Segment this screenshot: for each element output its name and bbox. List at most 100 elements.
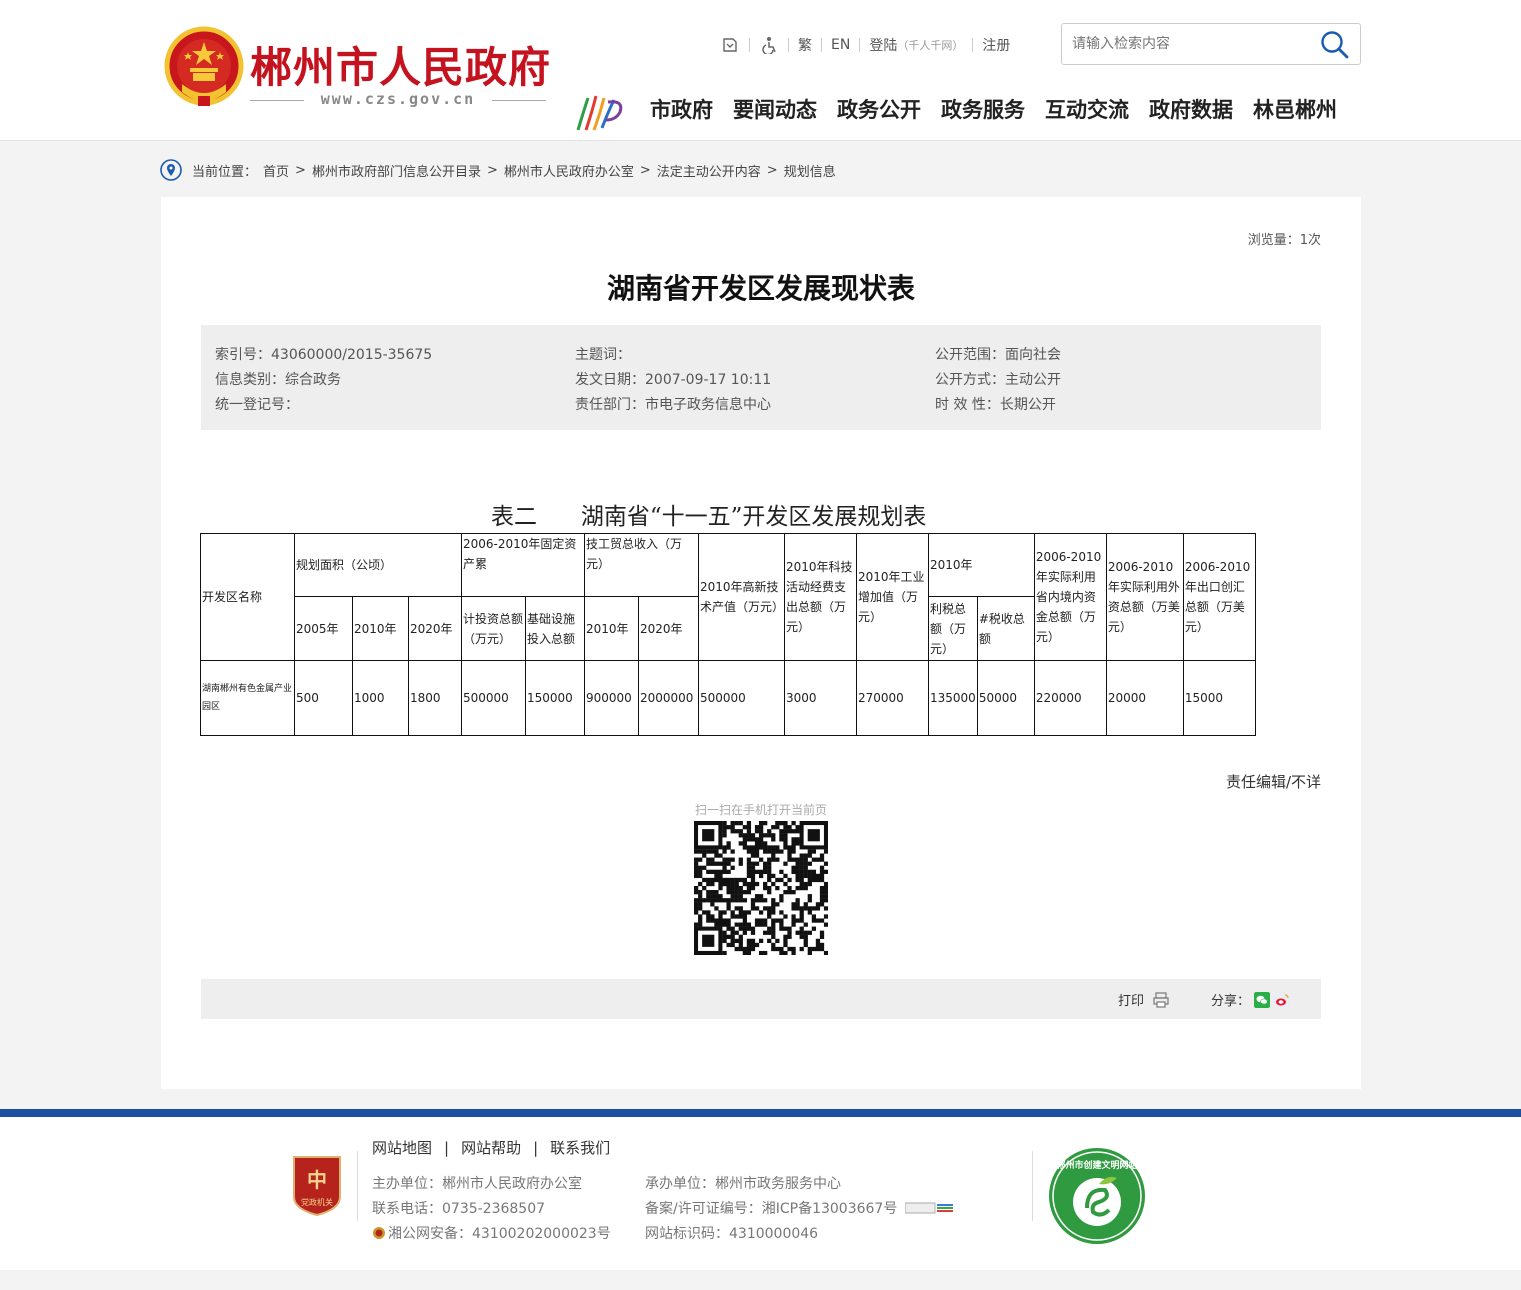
wechat-icon[interactable] xyxy=(1254,991,1271,1008)
table-cell: 3000 xyxy=(784,660,857,736)
footer-link-sitemap[interactable]: 网站地图 xyxy=(372,1137,432,1158)
print-button[interactable]: 打印 xyxy=(1118,990,1170,1009)
share-label: 分享： xyxy=(1211,994,1251,1009)
table-cell: 500000 xyxy=(698,660,785,736)
accessibility-icon[interactable] xyxy=(759,35,779,55)
divider-line xyxy=(492,100,546,101)
police-record-text: 湘公网安备：43100202000023号 xyxy=(388,1226,611,1242)
document-meta: 索引号：43060000/2015-35675 主题词： 公开范围：面向社会 信… xyxy=(201,325,1321,430)
nav-item-services[interactable]: 政务服务 xyxy=(941,94,1025,130)
table-cell: 900000 xyxy=(584,660,639,736)
table-cell: 20000 xyxy=(1105,660,1184,736)
breadcrumb: 当前位置： 首页 > 郴州市政府部门信息公开目录 > 郴州市人民政府办公室 > … xyxy=(160,158,836,182)
register-link[interactable]: 注册 xyxy=(982,35,1010,55)
national-emblem-icon[interactable] xyxy=(164,26,244,110)
breadcrumb-separator: > xyxy=(486,162,498,178)
separator xyxy=(972,38,974,52)
lang-traditional-link[interactable]: 繁 xyxy=(798,35,812,55)
breadcrumb-separator: > xyxy=(639,162,651,178)
main-nav: 市政府 要闻动态 政务公开 政务服务 互动交流 政府数据 林邑郴州 xyxy=(640,94,1347,130)
meta-date: 发文日期：2007-09-17 10:11 xyxy=(575,372,772,388)
separator xyxy=(859,38,861,52)
table-cell: 270000 xyxy=(856,660,929,736)
party-gov-badge-icon[interactable]: 中 党政机关 xyxy=(290,1153,344,1217)
footer-police-record[interactable]: 湘公网安备：43100202000023号 xyxy=(372,1223,611,1243)
header-cell: 计投资总额（万元） xyxy=(461,596,526,661)
header-cell: #税收总额 xyxy=(976,596,1035,661)
meta-scope: 公开范围：面向社会 xyxy=(935,347,1061,363)
table-row: 湖南郴州有色金属产业园区 500 1000 1800 500000 150000… xyxy=(200,660,1256,736)
table-cell: 50000 xyxy=(976,660,1035,736)
site-footer: 中 党政机关 网站地图 | 网站帮助 | 联系我们 主办单位：郴州市人民政府办公… xyxy=(0,1117,1521,1270)
login-link[interactable]: 登陆 xyxy=(869,35,897,55)
cloud-phone-icon[interactable] xyxy=(720,35,740,55)
header-cell: 2010年 xyxy=(352,596,409,661)
table-caption: 表二 湖南省“十一五”开发区发展规划表 xyxy=(491,504,927,530)
nav-item-city-gov[interactable]: 市政府 xyxy=(650,94,713,130)
footer-site-code: 网站标识码：4310000046 xyxy=(645,1226,819,1242)
meta-method: 公开方式：主动公开 xyxy=(935,372,1061,388)
footer-icp[interactable]: 备案/许可证编号：湘ICP备13003667号 xyxy=(645,1198,955,1218)
meta-dept: 责任部门：市电子政务信息中心 xyxy=(575,397,771,413)
table-cell: 500 xyxy=(294,660,353,736)
table-cell: 1800 xyxy=(408,660,462,736)
footer-phone: 联系电话：0735-2368507 xyxy=(372,1201,546,1217)
meta-category: 信息类别：综合政务 xyxy=(215,372,341,388)
footer-link-help[interactable]: 网站帮助 xyxy=(461,1137,521,1158)
weibo-icon[interactable] xyxy=(1274,991,1291,1008)
nav-item-gov-affairs[interactable]: 政务公开 xyxy=(837,94,921,130)
meta-topic: 主题词： xyxy=(575,347,631,363)
meta-validity: 时 效 性：长期公开 xyxy=(935,397,1056,413)
nav-item-news[interactable]: 要闻动态 xyxy=(733,94,817,130)
article-panel: 浏览量：1次 湖南省开发区发展现状表 索引号：43060000/2015-356… xyxy=(161,197,1361,1089)
footer-link-separator: | xyxy=(533,1138,539,1157)
separator xyxy=(788,38,789,52)
separator xyxy=(821,38,822,52)
header-cell: 2010年科技活动经费支出总额（万元） xyxy=(784,533,857,661)
breadcrumb-dept-catalog[interactable]: 郴州市政府部门信息公开目录 xyxy=(312,161,481,180)
header-cell: 基础设施投入总额 xyxy=(525,596,585,661)
search-icon[interactable] xyxy=(1320,30,1350,60)
table-cell: 500000 xyxy=(461,660,526,736)
table-cell: 135000 xyxy=(928,660,978,736)
table-cell: 湖南郴州有色金属产业园区 xyxy=(200,660,295,736)
footer-link-contact[interactable]: 联系我们 xyxy=(550,1137,610,1158)
lang-english-link[interactable]: EN xyxy=(831,37,850,53)
header-cell: 2010年工业增加值（万元） xyxy=(856,533,929,661)
table-cell: 150000 xyxy=(525,660,585,736)
meta-reg-no: 统一登记号： xyxy=(215,397,299,413)
separator xyxy=(749,38,750,52)
search-input[interactable] xyxy=(1072,24,1312,64)
party-badge-text: 党政机关 xyxy=(301,1197,333,1207)
nav-item-interaction[interactable]: 互动交流 xyxy=(1045,94,1129,130)
table-cell: 1000 xyxy=(352,660,409,736)
site-header: 郴州市人民政府 www.czs.gov.cn 繁 EN 登陆 （千人千网） 注册 xyxy=(0,0,1521,141)
location-pin-icon xyxy=(160,159,182,181)
site-url-block: www.czs.gov.cn xyxy=(250,90,546,110)
header-cell: 利税总额（万元） xyxy=(928,596,978,661)
qr-caption: 扫一扫在手机打开当前页 xyxy=(694,803,827,817)
footer-host: 主办单位：郴州市人民政府办公室 xyxy=(372,1176,582,1192)
footer-divider xyxy=(357,1151,358,1221)
header-cell: 技工贸总收入（万元） xyxy=(584,533,699,597)
civilized-site-badge-icon[interactable]: 郴州市创建文明网站 xyxy=(1047,1146,1147,1246)
breadcrumb-separator: > xyxy=(766,162,778,178)
footer-bottom-strip xyxy=(0,1270,1521,1290)
breadcrumb-public-content[interactable]: 法定主动公开内容 xyxy=(657,161,761,180)
breadcrumb-separator: > xyxy=(295,162,306,178)
icp-badge-icon xyxy=(905,1202,954,1214)
site-title[interactable]: 郴州市人民政府 xyxy=(250,34,551,95)
breadcrumb-office[interactable]: 郴州市人民政府办公室 xyxy=(504,161,634,180)
header-cell: 2010年 xyxy=(928,533,1035,597)
table-cell: 15000 xyxy=(1182,660,1256,736)
header-cell: 2010年高新技术产值（万元） xyxy=(698,533,785,661)
footer-undertaker: 承办单位：郴州市政务服务中心 xyxy=(645,1176,841,1192)
footer-link-separator: | xyxy=(444,1138,450,1157)
nav-item-gov-data[interactable]: 政府数据 xyxy=(1149,94,1233,130)
nav-item-linyi-chenzhou[interactable]: 林邑郴州 xyxy=(1253,94,1337,130)
breadcrumb-home[interactable]: 首页 xyxy=(263,161,289,180)
breadcrumb-planning[interactable]: 规划信息 xyxy=(784,161,836,180)
header-cell: 2020年 xyxy=(638,596,699,661)
plan-table: 开发区名称 规划面积（公顷） 2006-2010年固定资产累 技工贸总收入（万元… xyxy=(200,533,1256,736)
header-cell: 开发区名称 xyxy=(200,533,295,661)
